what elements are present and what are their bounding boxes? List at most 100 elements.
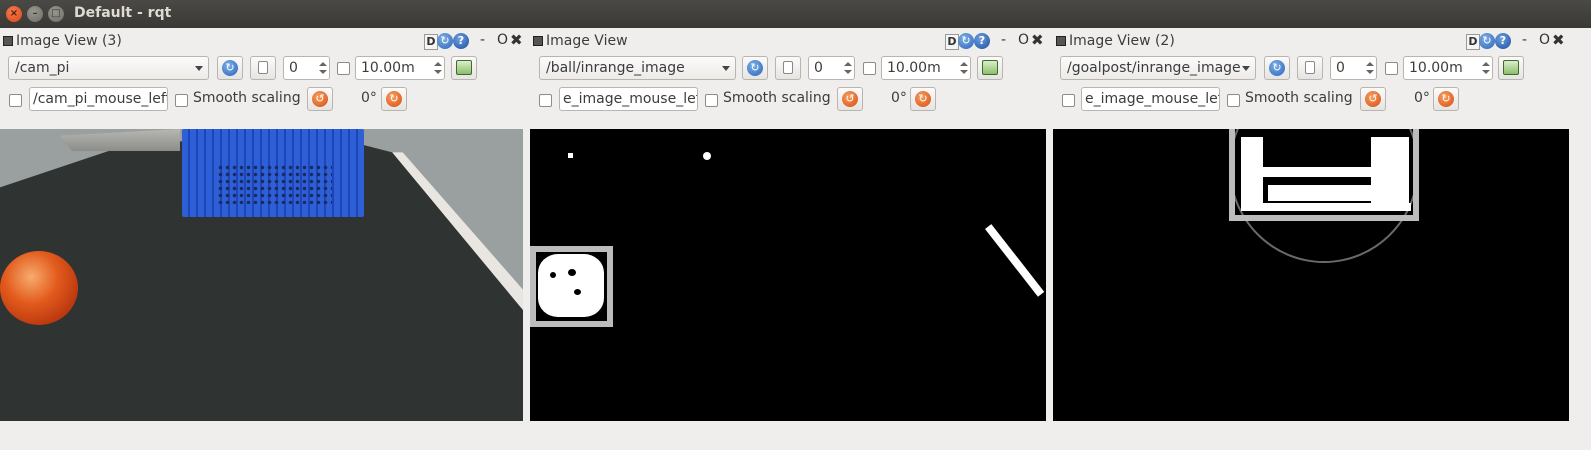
save-image-button[interactable] bbox=[977, 56, 1003, 80]
smooth-scaling-checkbox[interactable] bbox=[1227, 94, 1240, 107]
chevron-down-icon bbox=[195, 66, 203, 71]
goal-mask-blob bbox=[1261, 167, 1381, 177]
rotate-left-button[interactable]: ↺ bbox=[837, 87, 863, 111]
dock-icon[interactable] bbox=[1056, 36, 1066, 46]
dynamic-range-checkbox[interactable] bbox=[337, 62, 350, 75]
refresh-topics-button[interactable]: ↻ bbox=[742, 56, 768, 80]
options-row: e_image_mouse_left Smooth scaling ↺ 0° ↻ bbox=[530, 87, 1050, 113]
reload-icon[interactable]: ↻ bbox=[1479, 33, 1495, 49]
minimize-icon[interactable]: - bbox=[1522, 32, 1527, 48]
dock-icon[interactable] bbox=[3, 36, 13, 46]
float-icon[interactable]: O bbox=[1539, 32, 1550, 48]
d-icon[interactable]: D bbox=[424, 34, 438, 50]
spin-up-icon[interactable] bbox=[434, 62, 442, 66]
mouse-topic-input[interactable]: e_image_mouse_left bbox=[559, 87, 698, 111]
mask-blob bbox=[568, 153, 573, 158]
dynamic-range-checkbox[interactable] bbox=[1385, 62, 1398, 75]
rotate-left-button[interactable]: ↺ bbox=[307, 87, 333, 111]
reload-icon[interactable]: ↻ bbox=[437, 33, 453, 49]
close-icon[interactable]: ✖ bbox=[1031, 31, 1044, 49]
help-icon[interactable]: ? bbox=[974, 33, 990, 49]
window-maximize-button[interactable]: □ bbox=[48, 6, 64, 22]
spin-up-icon[interactable] bbox=[1482, 62, 1490, 66]
publish-mouse-checkbox[interactable] bbox=[1062, 94, 1075, 107]
window-minimize-button[interactable]: – bbox=[27, 6, 43, 22]
zoom-spinbox[interactable]: 0 bbox=[283, 56, 330, 80]
mask-blob bbox=[703, 152, 711, 160]
spin-up-icon[interactable] bbox=[960, 62, 968, 66]
window-close-button[interactable]: × bbox=[6, 6, 22, 22]
zoom-spinbox-value: 0 bbox=[1336, 60, 1345, 76]
reload-icon[interactable]: ↻ bbox=[958, 33, 974, 49]
zoom-button[interactable] bbox=[775, 56, 801, 80]
rotate-right-button[interactable]: ↻ bbox=[910, 87, 936, 111]
rotate-right-button[interactable]: ↻ bbox=[381, 87, 407, 111]
dock-icon[interactable] bbox=[533, 36, 543, 46]
panel-header: Image View D ↻ ? - O ✖ bbox=[530, 31, 1050, 53]
mouse-topic-value: e_image_mouse_left bbox=[1085, 91, 1220, 107]
help-icon[interactable]: ? bbox=[453, 33, 469, 49]
float-icon[interactable]: O bbox=[497, 32, 508, 48]
panel-title: Image View (2) bbox=[1069, 33, 1175, 49]
image-viewport[interactable] bbox=[0, 129, 523, 421]
max-range-spinbox[interactable]: 10.00m bbox=[1403, 56, 1493, 80]
topic-select-value: /ball/inrange_image bbox=[546, 60, 685, 76]
help-icon[interactable]: ? bbox=[1495, 33, 1511, 49]
smooth-scaling-checkbox[interactable] bbox=[175, 94, 188, 107]
rotate-right-button[interactable]: ↻ bbox=[1433, 87, 1459, 111]
minimize-icon[interactable]: - bbox=[480, 32, 485, 48]
mouse-topic-value: /cam_pi_mouse_left bbox=[33, 91, 168, 107]
camera-ball bbox=[0, 251, 78, 325]
mask-line bbox=[985, 224, 1045, 297]
spin-down-icon[interactable] bbox=[844, 70, 852, 74]
close-icon[interactable]: ✖ bbox=[1552, 31, 1565, 49]
minimize-icon[interactable]: - bbox=[1001, 32, 1006, 48]
zoom-spinbox[interactable]: 0 bbox=[808, 56, 855, 80]
d-icon[interactable]: D bbox=[1466, 34, 1480, 50]
zoom-spinbox[interactable]: 0 bbox=[1330, 56, 1377, 80]
topic-select-value: /goalpost/inrange_image bbox=[1067, 60, 1241, 76]
publish-mouse-checkbox[interactable] bbox=[539, 94, 552, 107]
smooth-scaling-checkbox[interactable] bbox=[705, 94, 718, 107]
spin-down-icon[interactable] bbox=[319, 70, 327, 74]
spin-down-icon[interactable] bbox=[434, 70, 442, 74]
d-icon[interactable]: D bbox=[945, 34, 959, 50]
spin-down-icon[interactable] bbox=[960, 70, 968, 74]
spin-down-icon[interactable] bbox=[1366, 70, 1374, 74]
spin-down-icon[interactable] bbox=[1482, 70, 1490, 74]
spin-up-icon[interactable] bbox=[319, 62, 327, 66]
image-view-panel-1: Image View (3) D ↻ ? - O ✖ /cam_pi ↻ 0 1… bbox=[0, 28, 527, 425]
image-view-panel-3: Image View (2) D ↻ ? - O ✖ /goalpost/inr… bbox=[1053, 28, 1591, 425]
save-image-button[interactable] bbox=[451, 56, 477, 80]
topic-select[interactable]: /goalpost/inrange_image bbox=[1060, 56, 1256, 80]
dynamic-range-checkbox[interactable] bbox=[863, 62, 876, 75]
image-viewport[interactable] bbox=[1053, 129, 1569, 421]
camera-basket bbox=[182, 129, 364, 217]
topic-select[interactable]: /cam_pi bbox=[8, 56, 209, 80]
max-range-spinbox[interactable]: 10.00m bbox=[355, 56, 445, 80]
rotation-label: 0° bbox=[1414, 90, 1430, 106]
rotate-left-button[interactable]: ↺ bbox=[1360, 87, 1386, 111]
panel-header: Image View (2) D ↻ ? - O ✖ bbox=[1053, 31, 1591, 53]
refresh-topics-button[interactable]: ↻ bbox=[217, 56, 243, 80]
spin-up-icon[interactable] bbox=[1366, 62, 1374, 66]
spin-up-icon[interactable] bbox=[844, 62, 852, 66]
publish-mouse-checkbox[interactable] bbox=[9, 94, 22, 107]
zoom-spinbox-value: 0 bbox=[814, 60, 823, 76]
zoom-button[interactable] bbox=[1297, 56, 1323, 80]
mouse-topic-input[interactable]: /cam_pi_mouse_left bbox=[29, 87, 168, 111]
topic-select[interactable]: /ball/inrange_image bbox=[539, 56, 736, 80]
options-row: /cam_pi_mouse_left Smooth scaling ↺ 0° ↻ bbox=[0, 87, 527, 113]
zoom-button[interactable] bbox=[250, 56, 276, 80]
save-icon bbox=[982, 60, 998, 75]
save-image-button[interactable] bbox=[1498, 56, 1524, 80]
chevron-down-icon bbox=[1242, 66, 1250, 71]
max-range-spinbox[interactable]: 10.00m bbox=[881, 56, 971, 80]
mouse-topic-input[interactable]: e_image_mouse_left bbox=[1081, 87, 1220, 111]
goal-mask-blob bbox=[1241, 137, 1263, 211]
image-viewport[interactable] bbox=[530, 129, 1046, 421]
goal-mask-blob bbox=[1268, 185, 1388, 201]
close-icon[interactable]: ✖ bbox=[510, 31, 523, 49]
float-icon[interactable]: O bbox=[1018, 32, 1029, 48]
refresh-topics-button[interactable]: ↻ bbox=[1264, 56, 1290, 80]
